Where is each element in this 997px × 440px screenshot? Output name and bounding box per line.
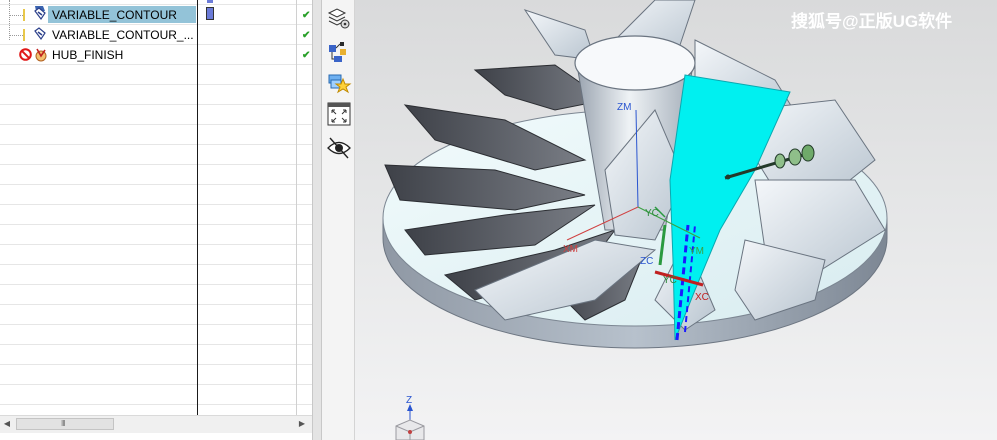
empty-row: [0, 365, 312, 385]
empty-row: [0, 65, 312, 85]
check-icon: ✔: [302, 50, 311, 61]
empty-row: [0, 245, 312, 265]
reuse-library-icon[interactable]: [326, 71, 352, 97]
variable-contour-icon: [33, 27, 47, 41]
empty-row: [0, 325, 312, 345]
scroll-right-arrow-icon[interactable]: ▶: [296, 418, 308, 430]
panel-splitter[interactable]: [312, 0, 322, 440]
operation-name: VARIABLE_CONTOUR_...: [52, 28, 194, 42]
visibility-eye-icon[interactable]: [326, 134, 352, 160]
axis-label-ym: YM: [689, 246, 704, 257]
axis-label-zc: ZC: [640, 256, 653, 267]
part-navigator-icon[interactable]: [326, 39, 352, 65]
view-triad: Z: [395, 395, 425, 440]
column-marker: [207, 0, 213, 3]
fit-view-icon[interactable]: [326, 101, 352, 127]
toolpath-status-icon: [206, 7, 214, 20]
table-row[interactable]: HUB_FINISH ✔: [0, 45, 312, 65]
scrollbar-grip: III: [61, 419, 66, 428]
tree-marker: [23, 29, 25, 41]
table-row[interactable]: VARIABLE_CONTOUR_... ✔: [0, 25, 312, 45]
resource-bar: [322, 0, 355, 440]
empty-row: [0, 105, 312, 125]
check-icon: ✔: [302, 10, 311, 21]
empty-row: [0, 165, 312, 185]
empty-row: [0, 85, 312, 105]
column-divider[interactable]: [296, 0, 297, 415]
graphics-viewport[interactable]: ZM XM YM YC ZC XC YC Z 搜狐号@正版UG软件: [355, 0, 997, 440]
axis-label-xm: XM: [563, 244, 578, 255]
empty-row: [0, 265, 312, 285]
impeller-model[interactable]: ZM XM YM YC ZC XC YC Z: [355, 0, 997, 440]
operation-name: HUB_FINISH: [52, 48, 124, 62]
operation-name: VARIABLE_CONTOUR: [52, 8, 177, 22]
empty-row: [0, 145, 312, 165]
operation-navigator: VARIABLE_CONTOUR ✔ VARIABLE_CONTOUR_... …: [0, 0, 312, 440]
empty-row: [0, 385, 312, 405]
axis-label-xc: XC: [695, 292, 709, 303]
shaft-top: [574, 35, 696, 91]
hub-finish-icon: [33, 47, 49, 62]
table-row[interactable]: VARIABLE_CONTOUR ✔: [0, 5, 312, 25]
axis-label-zm: ZM: [617, 102, 631, 113]
empty-row: [0, 205, 312, 225]
variable-contour-icon: [33, 7, 47, 21]
tree-marker: [23, 9, 25, 21]
empty-row: [0, 285, 312, 305]
scroll-left-arrow-icon[interactable]: ◀: [1, 418, 13, 430]
empty-row: [0, 305, 312, 325]
axis-label-yc: YC: [645, 208, 659, 219]
empty-row: [0, 185, 312, 205]
empty-row: [0, 345, 312, 365]
check-icon: ✔: [302, 30, 311, 41]
tree-branch: [9, 35, 23, 36]
watermark: 搜狐号@正版UG软件: [791, 12, 953, 31]
scrollbar-thumb[interactable]: III: [16, 418, 114, 430]
axis-label-yc-2: YC: [663, 275, 677, 286]
assembly-navigator-icon[interactable]: [326, 5, 352, 31]
horizontal-scrollbar[interactable]: ◀ III ▶: [0, 415, 312, 433]
empty-row: [0, 125, 312, 145]
tree-branch: [9, 15, 23, 16]
column-divider[interactable]: [197, 0, 198, 415]
empty-row: [0, 225, 312, 245]
triad-label-z: Z: [406, 395, 412, 406]
no-entry-icon: [19, 48, 32, 61]
